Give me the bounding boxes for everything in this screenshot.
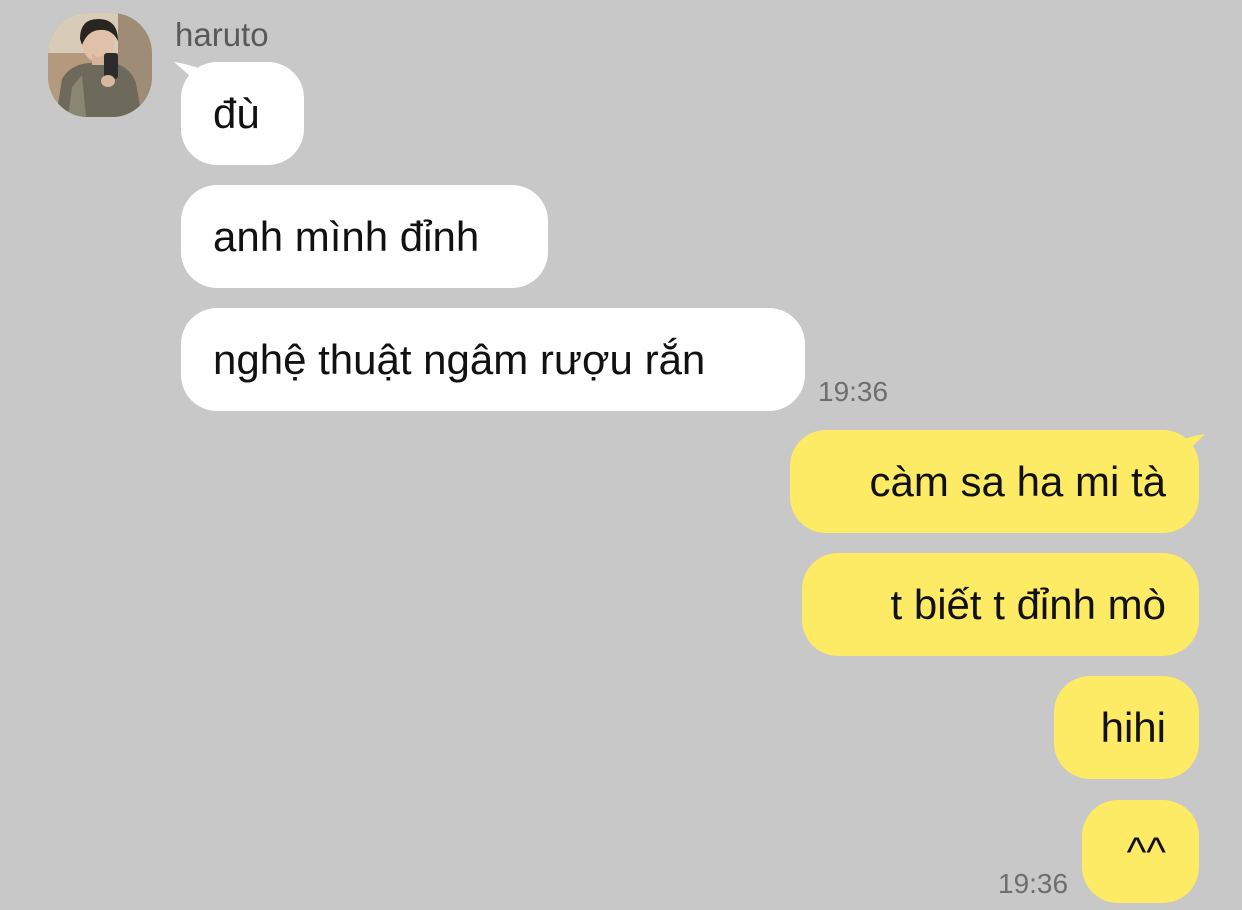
incoming-message-text: nghệ thuật ngâm rượu rắn [213, 336, 706, 383]
outgoing-message-text: t biết t đỉnh mò [890, 581, 1166, 628]
incoming-message[interactable]: nghệ thuật ngâm rượu rắn [181, 308, 805, 411]
incoming-message-text: anh mình đỉnh [213, 213, 480, 260]
sender-name: haruto [175, 16, 269, 53]
outgoing-message-text: hihi [1100, 704, 1166, 751]
outgoing-timestamp: 19:36 [998, 868, 1069, 899]
outgoing-message[interactable]: hihi [1054, 676, 1199, 779]
outgoing-message[interactable]: ^^ [1082, 800, 1199, 903]
outgoing-message[interactable]: càm sa ha mi tà [790, 430, 1199, 533]
avatar-photo [48, 13, 152, 117]
outgoing-message[interactable]: t biết t đỉnh mò [802, 553, 1199, 656]
bubble-tail-incoming [174, 62, 204, 88]
incoming-message-text: đù [213, 90, 260, 137]
incoming-timestamp: 19:36 [818, 376, 889, 407]
bubble-tail-outgoing [1175, 434, 1205, 462]
outgoing-message-text: càm sa ha mi tà [869, 458, 1166, 505]
outgoing-message-text: ^^ [1126, 828, 1166, 875]
sender-avatar[interactable] [48, 13, 152, 117]
chat-area[interactable]: haruto đù anh mình đỉnh nghệ thuật ngâm … [0, 0, 1242, 910]
incoming-message[interactable]: anh mình đỉnh [181, 185, 548, 288]
